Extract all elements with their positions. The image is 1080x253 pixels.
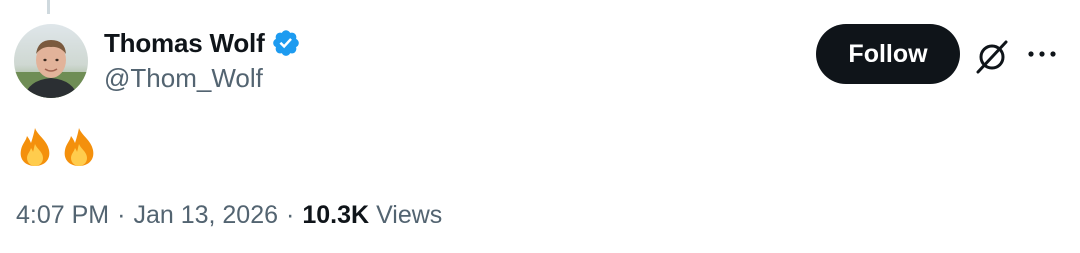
tweet-card: Thomas Wolf @Thom_Wolf Follow 4:07 PM · …: [0, 0, 1080, 253]
author-display-name[interactable]: Thomas Wolf: [104, 28, 265, 59]
author-name-row: Thomas Wolf: [104, 26, 301, 60]
meta-separator: ·: [117, 201, 126, 229]
tweet-meta: 4:07 PM · Jan 13, 2026 · 10.3K Views: [16, 201, 442, 230]
fire-icon: [60, 126, 98, 168]
verified-badge-icon[interactable]: [271, 28, 301, 58]
thread-connector-line: [47, 0, 50, 14]
views-count[interactable]: 10.3K: [302, 201, 369, 230]
author-handle[interactable]: @Thom_Wolf: [104, 63, 263, 94]
tweet-date[interactable]: Jan 13, 2026: [133, 201, 278, 230]
meta-separator: ·: [286, 201, 295, 229]
fire-icon: [16, 126, 54, 168]
views-label[interactable]: Views: [376, 201, 442, 230]
tweet-time[interactable]: 4:07 PM: [16, 201, 109, 230]
slashed-circle-icon[interactable]: [972, 36, 1012, 76]
follow-button[interactable]: Follow: [816, 24, 960, 84]
avatar[interactable]: [14, 24, 88, 98]
more-dots-icon[interactable]: [1026, 42, 1058, 66]
tweet-text: [16, 126, 98, 168]
